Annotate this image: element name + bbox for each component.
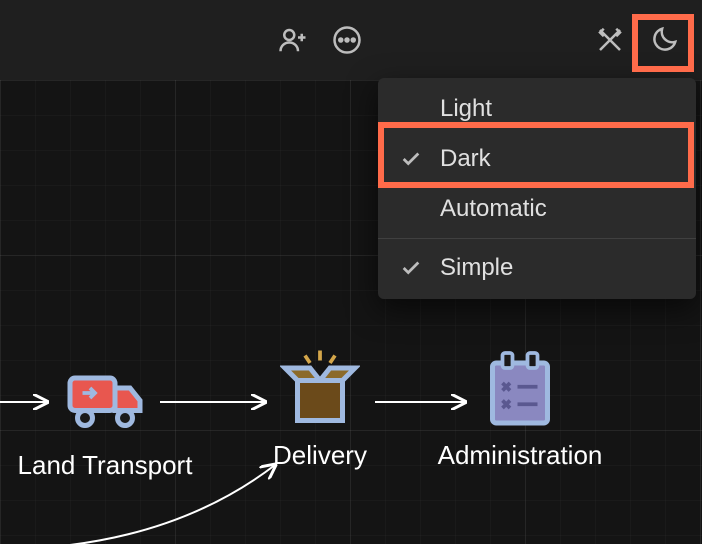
check-icon: [398, 255, 424, 281]
theme-option-dark[interactable]: Dark: [378, 134, 696, 184]
theme-dropdown: Light Dark Automatic Simple: [378, 78, 696, 299]
arrow-delivery-to-admin: [375, 392, 475, 412]
check-icon: [398, 196, 424, 222]
dd-label: Light: [440, 95, 492, 123]
toolbar: [0, 0, 702, 80]
dd-label: Automatic: [440, 195, 547, 223]
dropdown-divider: [378, 238, 696, 239]
open-box-icon: [280, 348, 360, 428]
theme-option-simple[interactable]: Simple: [378, 243, 696, 293]
add-person-icon[interactable]: [275, 21, 311, 59]
theme-moon-icon[interactable]: [646, 21, 682, 59]
truck-icon: [65, 358, 145, 438]
dd-label: Simple: [440, 254, 513, 282]
arrow-into-land: [0, 392, 55, 412]
design-tools-icon[interactable]: [593, 21, 629, 59]
theme-option-light[interactable]: Light: [378, 84, 696, 134]
arrow-land-to-delivery: [160, 392, 275, 412]
dd-label: Dark: [440, 145, 491, 173]
more-icon[interactable]: [329, 21, 365, 59]
arrow-curved-into-delivery: [70, 460, 290, 544]
theme-option-automatic[interactable]: Automatic: [378, 184, 696, 234]
check-icon: [398, 96, 424, 122]
clipboard-icon: [480, 348, 560, 428]
check-icon: [398, 146, 424, 172]
node-label: Administration: [438, 440, 603, 471]
